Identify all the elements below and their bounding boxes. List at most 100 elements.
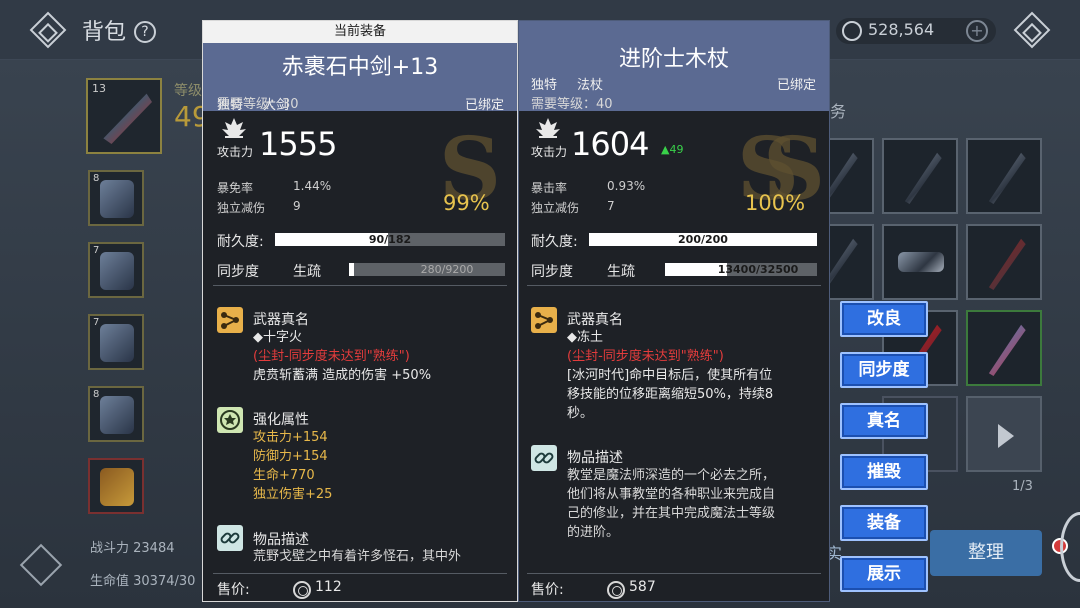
true-name: ◆十字火 [253, 330, 302, 345]
divider [527, 573, 821, 574]
sync-state: 生疏 [293, 264, 321, 280]
true-name: ◆冻土 [567, 330, 603, 345]
enhance-title: 强化属性 [253, 412, 309, 428]
inventory-slot[interactable] [966, 310, 1042, 386]
helmet-icon [100, 252, 134, 290]
item-description-line: 教堂是魔法师深造的一个必去之所， [567, 468, 776, 483]
sync-text: 13400/32500 [717, 263, 799, 276]
item-description-line: 的进阶。 [567, 525, 620, 540]
item-count: 7 [93, 317, 100, 328]
bound-status: 已绑定 [465, 98, 505, 113]
item-description: 荒野戈壁之中有着许多怪石，其中外 [253, 549, 462, 564]
item-count: 8 [93, 389, 100, 400]
attack-label: 攻击力 [531, 145, 568, 159]
divider [527, 285, 821, 286]
horn-icon [100, 468, 134, 506]
price-label: 售价: [217, 582, 250, 598]
sync-label: 同步度 [531, 264, 573, 280]
inventory-slot[interactable]: 7 [88, 314, 144, 370]
current-equipment-tab: 当前装备 [203, 21, 517, 43]
inventory-slot[interactable] [966, 224, 1042, 300]
independent-label: 独立减伤 [531, 201, 580, 215]
true-name-icon [531, 307, 557, 333]
sync-button[interactable]: 同步度 [840, 352, 928, 388]
durability-label: 耐久度: [531, 234, 578, 250]
enhance-hp: 生命+770 [253, 468, 315, 483]
crit-value: 1.44% [293, 179, 332, 193]
true-name-effect-line: [冰河时代]命中目标后，使其所有位 [567, 368, 773, 383]
item-name: 进阶士木杖 [618, 47, 729, 72]
selected-item-slot[interactable]: 13 [86, 78, 162, 154]
hp-value: 生命值 30374/30 [90, 574, 196, 589]
desc-title: 物品描述 [567, 450, 623, 466]
item-description-line: 己的修业，并在其中完成魔法士等级 [567, 506, 776, 521]
item-count: 7 [93, 245, 100, 256]
wing-icon [100, 396, 134, 434]
item-count: 13 [92, 82, 106, 95]
improve-button[interactable]: 改良 [840, 301, 928, 337]
crit-value: 0.93% [607, 179, 646, 193]
durability-text: 200/200 [678, 233, 728, 246]
sync-label: 同步度 [217, 264, 259, 280]
sync-text: 280/9200 [420, 263, 474, 276]
sync-bar: 13400/32500 [665, 263, 817, 276]
independent-value: 9 [293, 199, 301, 213]
item-name: 赤裹石中剑+13 [281, 55, 439, 80]
true-name-title: 武器真名 [567, 312, 623, 328]
next-page-button[interactable] [966, 396, 1042, 472]
item-type: 法杖 [577, 78, 604, 93]
attack-icon [536, 118, 560, 138]
inventory-slot[interactable] [882, 224, 958, 300]
price-value: 587 [629, 579, 656, 595]
coin-icon [607, 581, 625, 599]
enhance-defense: 防御力+154 [253, 449, 328, 464]
inventory-slot[interactable] [966, 138, 1042, 214]
current-item-tooltip: 当前装备 赤裹石中剑+13 独特 大剑 已绑定 需要等级：30 攻击力 1555… [202, 20, 518, 602]
equip-button[interactable]: 装备 [840, 505, 928, 541]
true-name-icon [217, 307, 243, 333]
inventory-slot[interactable] [882, 138, 958, 214]
quality-percent: 99% [443, 191, 490, 215]
desc-title: 物品描述 [253, 532, 309, 548]
compare-item-tooltip: 进阶士木杖 独特 法杖 已绑定 需要等级：40 攻击力 1604 ▲49 暴击率… [518, 20, 830, 602]
sword-icon [103, 93, 152, 144]
coin-amount: 528,564 [868, 20, 935, 39]
add-currency-icon[interactable]: + [966, 20, 988, 42]
crit-label: 暴击率 [531, 181, 568, 195]
bracer-icon [100, 324, 134, 362]
sort-button[interactable]: 整理 [930, 530, 1042, 576]
item-count: 8 [93, 173, 100, 184]
help-icon[interactable]: ? [134, 21, 156, 43]
page-indicator: 1/3 [1012, 479, 1033, 494]
true-name-effect-line: 秒。 [567, 406, 594, 421]
coin-icon [842, 21, 862, 41]
independent-value: 7 [607, 199, 615, 213]
item-rarity: 独特 [531, 78, 558, 93]
true-name-button[interactable]: 真名 [840, 403, 928, 439]
crit-label: 暴免率 [217, 181, 254, 195]
inventory-slot[interactable]: 8 [88, 170, 144, 226]
enhance-attack: 攻击力+154 [253, 430, 328, 445]
task-label: 务 [830, 102, 847, 121]
axe-icon [904, 152, 942, 204]
inventory-slot[interactable]: 7 [88, 242, 144, 298]
price-label: 售价: [531, 582, 564, 598]
sync-bar: 280/9200 [349, 263, 505, 276]
required-level: 需要等级：40 [531, 97, 613, 112]
lance-icon [988, 324, 1026, 376]
sealed-notice: (尘封-同步度未达到"熟练") [567, 349, 724, 364]
page-title: 背包 [82, 20, 127, 45]
true-name-effect-line: 移技能的位移距离缩短50%，持续8 [567, 387, 774, 402]
item-description-line: 他们将从事教堂的各种职业来完成自 [567, 487, 776, 502]
durability-bar: 200/200 [589, 233, 817, 246]
show-button[interactable]: 展示 [840, 556, 928, 592]
sealed-notice: (尘封-同步度未达到"熟练") [253, 349, 410, 364]
quality-percent: 100% [745, 191, 806, 215]
divider [213, 285, 507, 286]
destroy-button[interactable]: 摧毁 [840, 454, 928, 490]
durability-bar: 90/182 [275, 233, 505, 246]
combat-power: 战斗力 23484 [90, 541, 175, 556]
cross-weapon-icon [988, 238, 1026, 290]
inventory-slot[interactable]: 8 [88, 386, 144, 442]
inventory-slot[interactable] [88, 458, 144, 514]
